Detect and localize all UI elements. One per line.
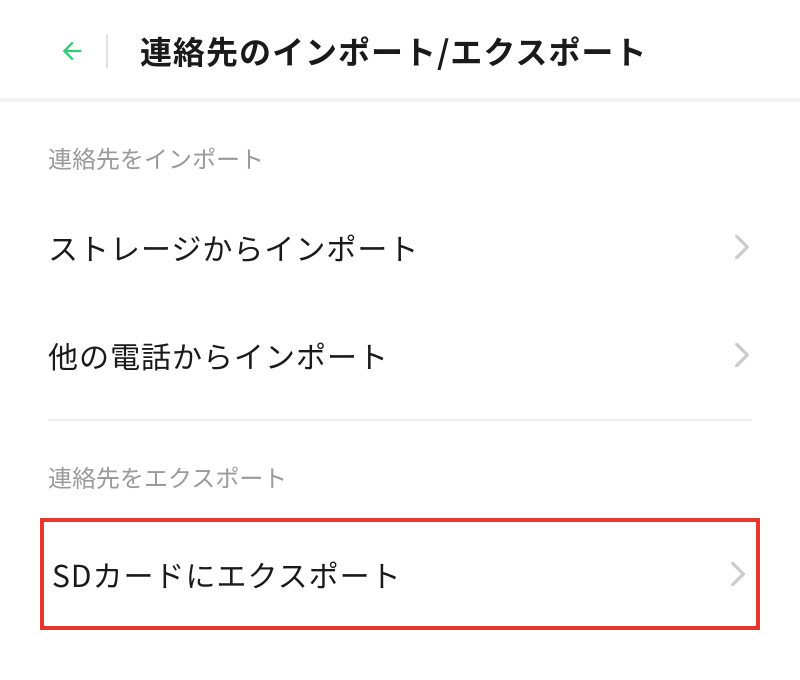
section-header-import: 連絡先をインポート — [0, 102, 800, 193]
chevron-right-icon — [728, 564, 748, 584]
highlight-annotation: SDカードにエクスポート — [40, 518, 760, 630]
menu-item-label: SDカードにエクスポート — [52, 552, 402, 596]
menu-item-label: 他の電話からインポート — [48, 333, 389, 377]
arrow-left-icon — [58, 37, 86, 65]
back-button[interactable] — [56, 35, 88, 67]
export-to-sd-card[interactable]: SDカードにエクスポート — [44, 522, 756, 626]
header-bar: 連絡先のインポート/エクスポート — [0, 0, 800, 102]
chevron-right-icon — [732, 237, 752, 257]
menu-item-label: ストレージからインポート — [48, 225, 419, 269]
import-from-storage[interactable]: ストレージからインポート — [0, 193, 800, 301]
header-divider — [106, 34, 108, 68]
chevron-right-icon — [732, 345, 752, 365]
import-from-other-phone[interactable]: 他の電話からインポート — [0, 301, 800, 409]
page-title: 連絡先のインポート/エクスポート — [140, 28, 647, 74]
section-header-export: 連絡先をエクスポート — [0, 421, 800, 512]
